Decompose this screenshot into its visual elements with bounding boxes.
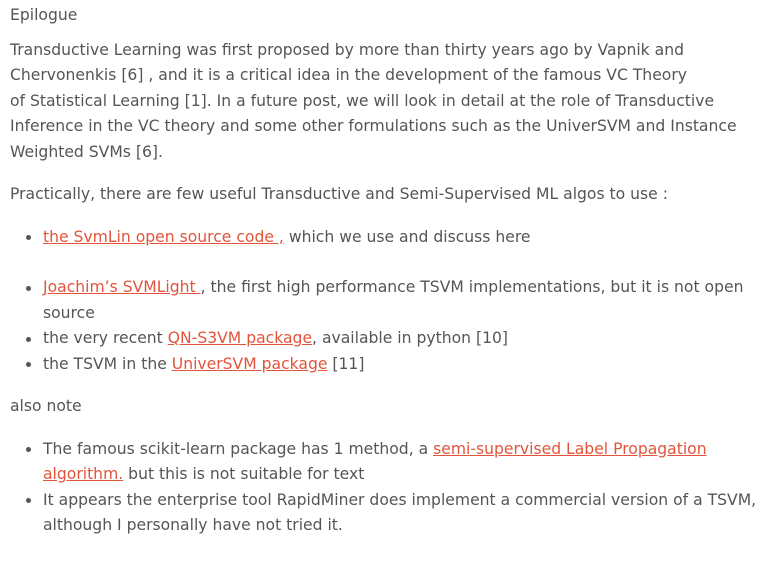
bullet-icon bbox=[26, 447, 31, 452]
bullet-icon bbox=[26, 235, 31, 240]
list-item-text-continued: although I personally have not tried it. bbox=[43, 516, 343, 534]
qn-s3vm-link[interactable]: QN-S3VM package bbox=[168, 329, 312, 347]
list-item-text-continued: source bbox=[43, 303, 95, 322]
list-item: The famous scikit-learn package has 1 me… bbox=[10, 437, 771, 488]
intro-paragraph: Transductive Learning was first proposed… bbox=[10, 38, 771, 166]
universvm-link[interactable]: UniverSVM package bbox=[172, 355, 328, 373]
svmlin-link[interactable]: the SvmLin open source code , bbox=[43, 228, 284, 246]
list-item-prefix: the very recent bbox=[43, 329, 168, 347]
list-item-text: which we use and discuss here bbox=[283, 227, 531, 246]
list-item: the TSVM in the UniverSVM package [11] bbox=[10, 352, 771, 378]
list-item: the SvmLin open source code , which we u… bbox=[10, 225, 771, 251]
intro-line-3: of Statistical Learning [1]. In a future… bbox=[10, 91, 715, 110]
bullet-icon bbox=[26, 336, 31, 342]
label-propagation-link-line-1: semi-supervised Label Propagation bbox=[433, 439, 707, 458]
bullet-icon bbox=[26, 285, 31, 291]
note-list: The famous scikit-learn package has 1 me… bbox=[10, 437, 771, 539]
list-item: It appears the enterprise tool RapidMine… bbox=[10, 488, 771, 539]
label-propagation-link-line-2: algorithm. bbox=[43, 465, 124, 483]
intro-line-2: Chervonenkis [6] , and it is a critical … bbox=[10, 66, 687, 84]
list-item-prefix: The famous scikit-learn package has 1 me… bbox=[43, 439, 434, 458]
bullet-icon bbox=[26, 498, 31, 503]
tool-list-secondary: Joachim’s SVMLight , the first high perf… bbox=[10, 275, 771, 377]
list-item-suffix: [11] bbox=[327, 354, 365, 373]
list-item: the very recent QN-S3VM package, availab… bbox=[10, 326, 771, 352]
article-body: Epilogue Transductive Learning was first… bbox=[0, 0, 771, 568]
list-item-prefix: the TSVM in the bbox=[43, 354, 172, 373]
list-item-text: It appears the enterprise tool RapidMine… bbox=[43, 490, 757, 509]
section-heading: Epilogue bbox=[10, 6, 78, 24]
intro-line-5: Weighted SVMs [6]. bbox=[10, 142, 163, 161]
list-item-suffix: but this is not suitable for text bbox=[123, 465, 365, 483]
list-item-suffix: , available in python [10] bbox=[312, 329, 508, 347]
practically-paragraph: Practically, there are few useful Transd… bbox=[10, 185, 668, 203]
svmlight-link[interactable]: Joachim’s SVMLight bbox=[43, 278, 201, 296]
list-item-text: , the first high performance TSVM implem… bbox=[200, 278, 744, 296]
also-note-paragraph: also note bbox=[10, 397, 82, 415]
intro-line-4: Inference in the VC theory and some othe… bbox=[10, 117, 737, 135]
bullet-icon bbox=[26, 362, 31, 367]
intro-line-1: Transductive Learning was first proposed… bbox=[10, 40, 685, 59]
list-item: Joachim’s SVMLight , the first high perf… bbox=[10, 275, 771, 326]
tool-list-primary: the SvmLin open source code , which we u… bbox=[10, 225, 771, 251]
